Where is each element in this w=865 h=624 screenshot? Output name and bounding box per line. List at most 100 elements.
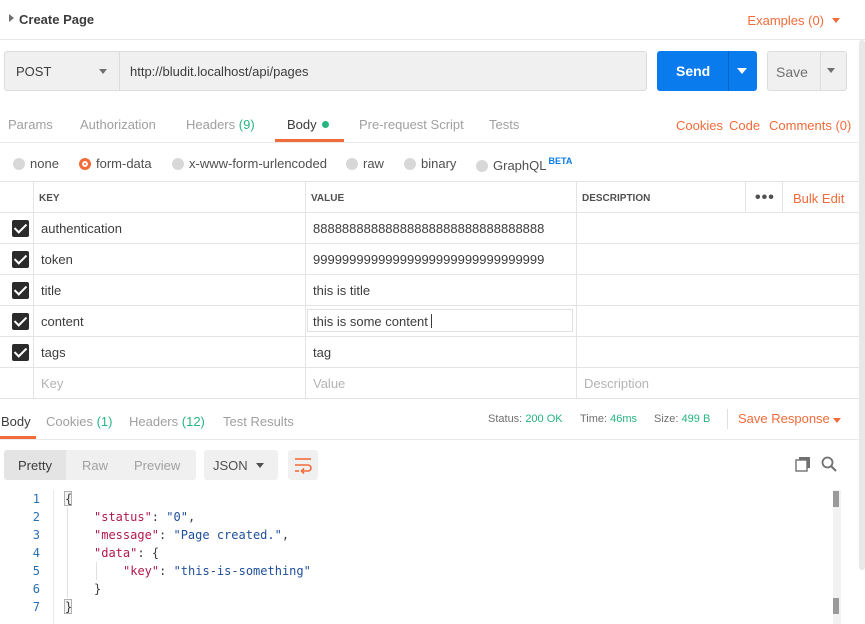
code-line: } (65, 600, 73, 614)
radio-urlencoded[interactable]: x-www-form-urlencoded (172, 156, 327, 171)
line-number: 7 (32, 600, 40, 614)
radio-none-label: none (30, 156, 59, 171)
code-line: { (65, 492, 73, 506)
response-tab-cookies[interactable]: Cookies (1) (46, 414, 112, 429)
param-value[interactable]: 88888888888888888888888888888888 (313, 221, 544, 236)
save-options-chevron-icon[interactable] (827, 68, 835, 73)
wrap-lines-button[interactable] (288, 450, 318, 480)
new-value-input[interactable]: Value (313, 376, 345, 391)
size-label: Size: (654, 413, 679, 425)
tab-authorization[interactable]: Authorization (80, 117, 156, 132)
examples-dropdown[interactable]: Examples (0) (747, 13, 824, 28)
page-scrollbar[interactable] (859, 40, 865, 570)
response-tab-headers[interactable]: Headers (12) (129, 414, 205, 429)
time-label: Time: (580, 413, 608, 425)
time-value: 46ms (610, 413, 638, 425)
radio-raw-label: raw (363, 156, 384, 171)
format-raw[interactable]: Raw (82, 458, 108, 473)
radio-selected-icon (79, 158, 91, 170)
param-value-active[interactable]: this is some content (313, 314, 432, 329)
headers-count: (9) (238, 117, 255, 132)
table-border (0, 181, 865, 182)
scrollbar-thumb[interactable] (833, 598, 839, 614)
code-line: "message": "Page created.", (94, 528, 290, 542)
line-number: 2 (32, 510, 40, 524)
chevron-down-icon[interactable] (832, 18, 840, 23)
save-button[interactable]: Save (767, 51, 847, 91)
language-label: JSON (213, 458, 248, 473)
tab-params[interactable]: Params (8, 117, 53, 132)
send-options-chevron-icon[interactable] (737, 68, 747, 74)
json-key: "key" (123, 564, 160, 578)
language-select[interactable]: JSON (204, 450, 278, 480)
row-checkbox[interactable] (12, 313, 29, 330)
format-pretty[interactable]: Pretty (18, 458, 52, 473)
search-icon[interactable] (821, 456, 837, 475)
radio-graphql[interactable]: GraphQL BETA (476, 156, 572, 173)
method-label: POST (16, 64, 52, 79)
format-preview[interactable]: Preview (134, 458, 180, 473)
scrollbar-thumb[interactable] (833, 491, 839, 507)
radio-none[interactable]: none (13, 156, 59, 171)
table-border (0, 243, 865, 244)
divider (728, 51, 729, 91)
response-tab-body[interactable]: Body (1, 414, 31, 429)
comments-link[interactable]: Comments (0) (769, 118, 851, 133)
new-key-input[interactable]: Key (41, 376, 63, 391)
response-tab-test-results[interactable]: Test Results (223, 414, 294, 429)
method-select[interactable]: POST (4, 51, 120, 91)
save-response-button[interactable]: Save Response (738, 411, 830, 426)
code-line: "status": "0", (94, 510, 196, 524)
row-checkbox[interactable] (12, 344, 29, 361)
chevron-down-icon (99, 69, 107, 74)
status-label: Status: (488, 413, 523, 425)
chevron-down-icon[interactable] (833, 418, 841, 423)
param-key[interactable]: token (41, 252, 73, 267)
row-checkbox[interactable] (12, 220, 29, 237)
divider (0, 142, 865, 143)
bulk-edit-link[interactable]: Bulk Edit (793, 191, 844, 206)
param-key[interactable]: authentication (41, 221, 122, 236)
copy-icon[interactable] (795, 456, 811, 475)
row-checkbox[interactable] (12, 251, 29, 268)
table-border (0, 367, 865, 368)
chevron-down-icon (256, 463, 264, 468)
time-meta: Time: 46ms (580, 413, 637, 425)
response-cookies-label: Cookies (46, 414, 93, 429)
radio-binary[interactable]: binary (404, 156, 456, 171)
table-border (0, 274, 865, 275)
param-key[interactable]: title (41, 283, 61, 298)
param-value[interactable]: tag (313, 345, 331, 360)
radio-raw[interactable]: raw (346, 156, 384, 171)
column-header-key: KEY (39, 193, 60, 204)
row-checkbox[interactable] (12, 282, 29, 299)
cookies-link[interactable]: Cookies (676, 118, 723, 133)
size-meta: Size: 499 B (654, 413, 710, 425)
radio-form-data[interactable]: form-data (79, 156, 152, 171)
divider (727, 409, 728, 429)
response-headers-label: Headers (129, 414, 179, 429)
param-key[interactable]: content (41, 314, 84, 329)
format-toggle-group: Pretty Raw Preview (4, 450, 196, 480)
url-input[interactable]: http://bludit.localhost/api/pages (120, 51, 647, 91)
param-value[interactable]: this is title (313, 283, 370, 298)
more-options-icon[interactable]: ••• (755, 189, 775, 207)
new-description-input[interactable]: Description (584, 376, 649, 391)
active-tab-indicator (0, 436, 36, 439)
tab-prerequest-script[interactable]: Pre-request Script (359, 117, 464, 132)
json-key: "message" (94, 528, 160, 542)
param-key[interactable]: tags (41, 345, 66, 360)
collapse-caret-icon[interactable] (9, 14, 14, 22)
code-link[interactable]: Code (729, 118, 760, 133)
json-string: "this-is-something" (173, 564, 311, 578)
send-button[interactable]: Send (657, 51, 757, 91)
wrap-lines-icon (295, 458, 312, 475)
request-title[interactable]: Create Page (19, 12, 94, 27)
tab-headers[interactable]: Headers (9) (186, 117, 255, 132)
response-code-viewer[interactable]: 1 2 3 4 5 6 7 { "status": "0", "message"… (0, 490, 845, 624)
tab-body-label: Body (287, 117, 317, 132)
tab-tests[interactable]: Tests (489, 117, 519, 132)
tab-body[interactable]: Body (287, 117, 329, 132)
param-value[interactable]: 99999999999999999999999999999999 (313, 252, 544, 267)
radio-circle-icon (404, 158, 416, 170)
